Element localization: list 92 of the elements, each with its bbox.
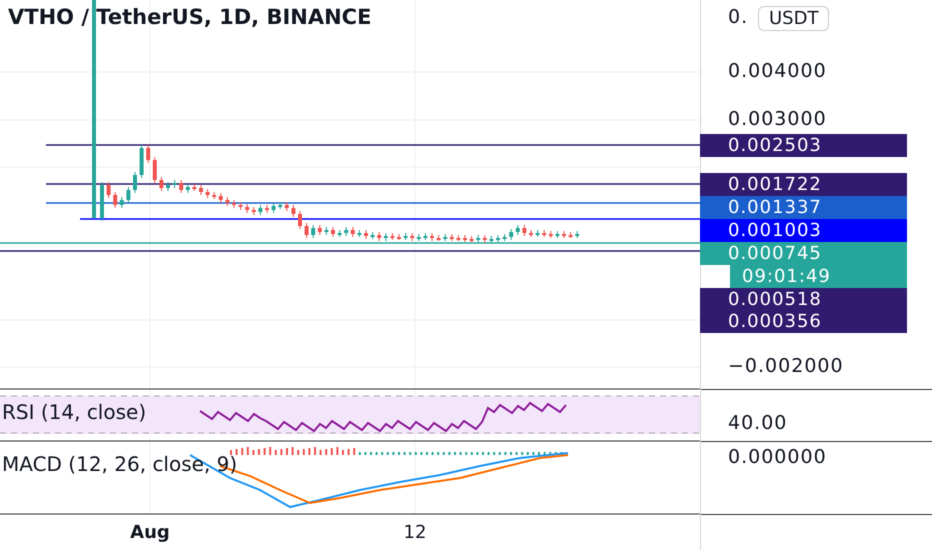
candle [404,232,408,240]
candle [344,226,348,236]
candle [489,236,494,244]
candle [298,210,302,230]
price-label: 0.000745 [700,242,907,265]
countdown-label: 09:01:49 [730,265,907,288]
time-axis-label: 12 [402,522,428,543]
candle [516,224,520,236]
candle [443,234,448,242]
candle [370,232,375,240]
candle [450,234,454,242]
currency-button[interactable]: USDT [758,6,830,31]
candle [390,232,394,240]
candle [555,230,560,238]
candle [350,226,355,238]
candle [311,224,316,238]
candle [245,204,250,214]
rsi-axis-label: 40.00 [728,412,788,434]
candle [172,180,177,188]
candle [318,224,322,236]
candle [463,234,467,242]
candle [199,184,203,196]
candle [502,234,507,242]
price-tick-label: 0.003000 [728,108,827,130]
candle [509,228,514,240]
price-label: 0.000356 [700,310,907,333]
chart-title: VTHO / TetherUS, 1D, BINANCE [8,5,372,29]
candle [304,222,309,238]
candle [152,156,157,184]
candle [291,204,296,218]
candle [476,234,480,242]
candle [536,230,540,238]
price-label: 0.001337 [700,196,907,219]
time-axis-label: Aug [129,522,171,543]
candle [542,230,546,238]
candle [159,176,164,192]
candle [357,230,362,238]
candle [212,192,216,200]
candle [258,204,262,216]
price-tick-label: −0.002000 [728,355,844,377]
candle [218,192,223,204]
candle [252,206,256,216]
price-label: 0.002503 [700,134,907,157]
candle [377,232,382,242]
candle [113,192,118,208]
candle [206,188,210,198]
candle [522,224,526,236]
candle [284,202,289,212]
candle [470,236,474,242]
candle [338,230,342,238]
candle [126,186,130,204]
candle [496,234,500,242]
candle [186,184,190,194]
candle [482,234,487,244]
macd-axis-label: 0.000000 [728,446,827,468]
candle [384,232,388,242]
candle [364,230,368,240]
candle [278,202,282,210]
candle [548,230,553,238]
candle [456,234,460,242]
indicator-title: RSI (14, close) [2,400,146,424]
candle [529,230,533,238]
candle [397,234,401,240]
candle [272,202,276,214]
price-label: 0.000518 [700,288,907,311]
candle [146,144,150,164]
candle [416,234,421,242]
candle [331,226,335,238]
price-label: 0.001722 [700,173,907,196]
candle [120,196,124,208]
candle [100,182,104,222]
candle [166,182,170,192]
candle [238,202,243,210]
candle [106,182,111,198]
candle [225,196,230,206]
candle [430,232,434,242]
candle [192,184,196,192]
candle [410,232,414,242]
candle [133,172,137,194]
candle [436,234,441,242]
price-label: 0.001003 [700,219,907,242]
candle [265,204,269,214]
price-tick-label: 0. [728,6,748,28]
candle [179,180,184,194]
candle [324,226,328,236]
candle [232,200,236,208]
candle [562,230,566,238]
candle [568,232,573,238]
candle [575,230,580,238]
candle [140,144,144,178]
price-tick-label: 0.004000 [728,60,827,82]
candle [423,232,428,240]
